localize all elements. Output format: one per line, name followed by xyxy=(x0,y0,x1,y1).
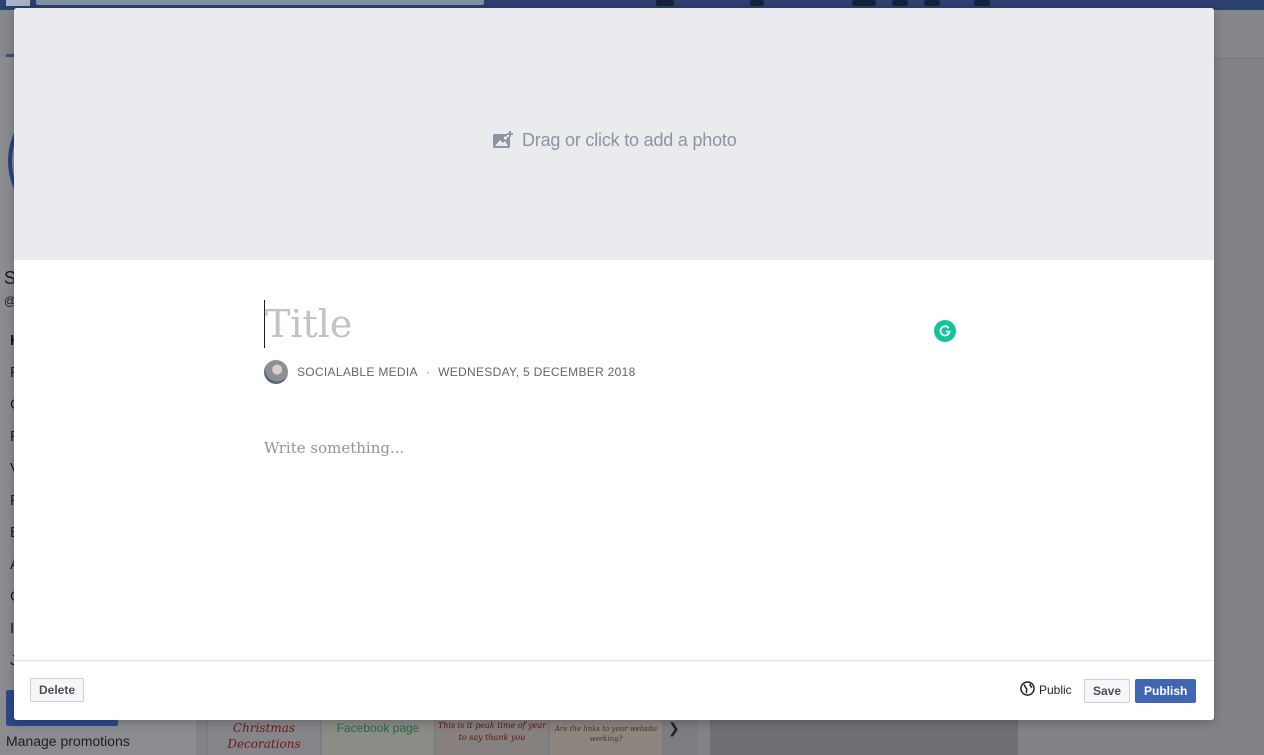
note-byline: SOCIALABLE MEDIA · WEDNESDAY, 5 DECEMBER… xyxy=(264,360,636,384)
messenger-icon xyxy=(892,0,908,6)
grammarly-icon[interactable] xyxy=(934,320,956,342)
create-note-dialog: Drag or click to add a photo SOCIALABLE … xyxy=(14,8,1214,720)
help-icon xyxy=(974,0,990,6)
globe-icon xyxy=(1020,681,1035,699)
chevron-right-icon: ❯ xyxy=(668,720,680,736)
notifications-icon xyxy=(924,0,940,6)
pages-icon xyxy=(852,0,876,6)
add-photo-icon xyxy=(492,130,514,150)
background-search-bar xyxy=(36,0,484,5)
privacy-label: Public xyxy=(1039,683,1072,697)
dialog-footer: Delete Public Save Publish xyxy=(14,660,1214,720)
background-right-panel xyxy=(710,720,1018,755)
background-post-thumbnails: Christmas Decorations Facebook page This… xyxy=(206,720,698,755)
privacy-selector[interactable]: Public xyxy=(1020,681,1072,699)
friends-icon xyxy=(750,0,764,6)
author-avatar xyxy=(264,360,288,384)
thumbnail: This is it peak time of year to say than… xyxy=(436,720,548,755)
add-photo-dropzone[interactable]: Drag or click to add a photo xyxy=(14,8,1214,260)
add-photo-prompt[interactable]: Drag or click to add a photo xyxy=(492,127,737,153)
delete-button[interactable]: Delete xyxy=(30,678,85,702)
thumbnail: Facebook page xyxy=(322,720,434,755)
author-name: SOCIALABLE MEDIA xyxy=(297,365,418,379)
manage-promotions-link: Manage promotions xyxy=(6,733,130,749)
byline-separator: · xyxy=(425,365,431,379)
note-date: WEDNESDAY, 5 DECEMBER 2018 xyxy=(438,365,636,379)
thumbnail: Christmas Decorations xyxy=(208,720,320,755)
publish-button[interactable]: Publish xyxy=(1135,679,1197,703)
profile-icon xyxy=(656,0,674,6)
add-photo-label: Drag or click to add a photo xyxy=(522,129,737,150)
save-button[interactable]: Save xyxy=(1084,679,1131,703)
facebook-logo-icon xyxy=(6,0,30,6)
body-input[interactable] xyxy=(264,428,964,468)
thumbnail: Are the links to your website working? xyxy=(550,720,662,755)
title-input[interactable] xyxy=(264,300,925,348)
